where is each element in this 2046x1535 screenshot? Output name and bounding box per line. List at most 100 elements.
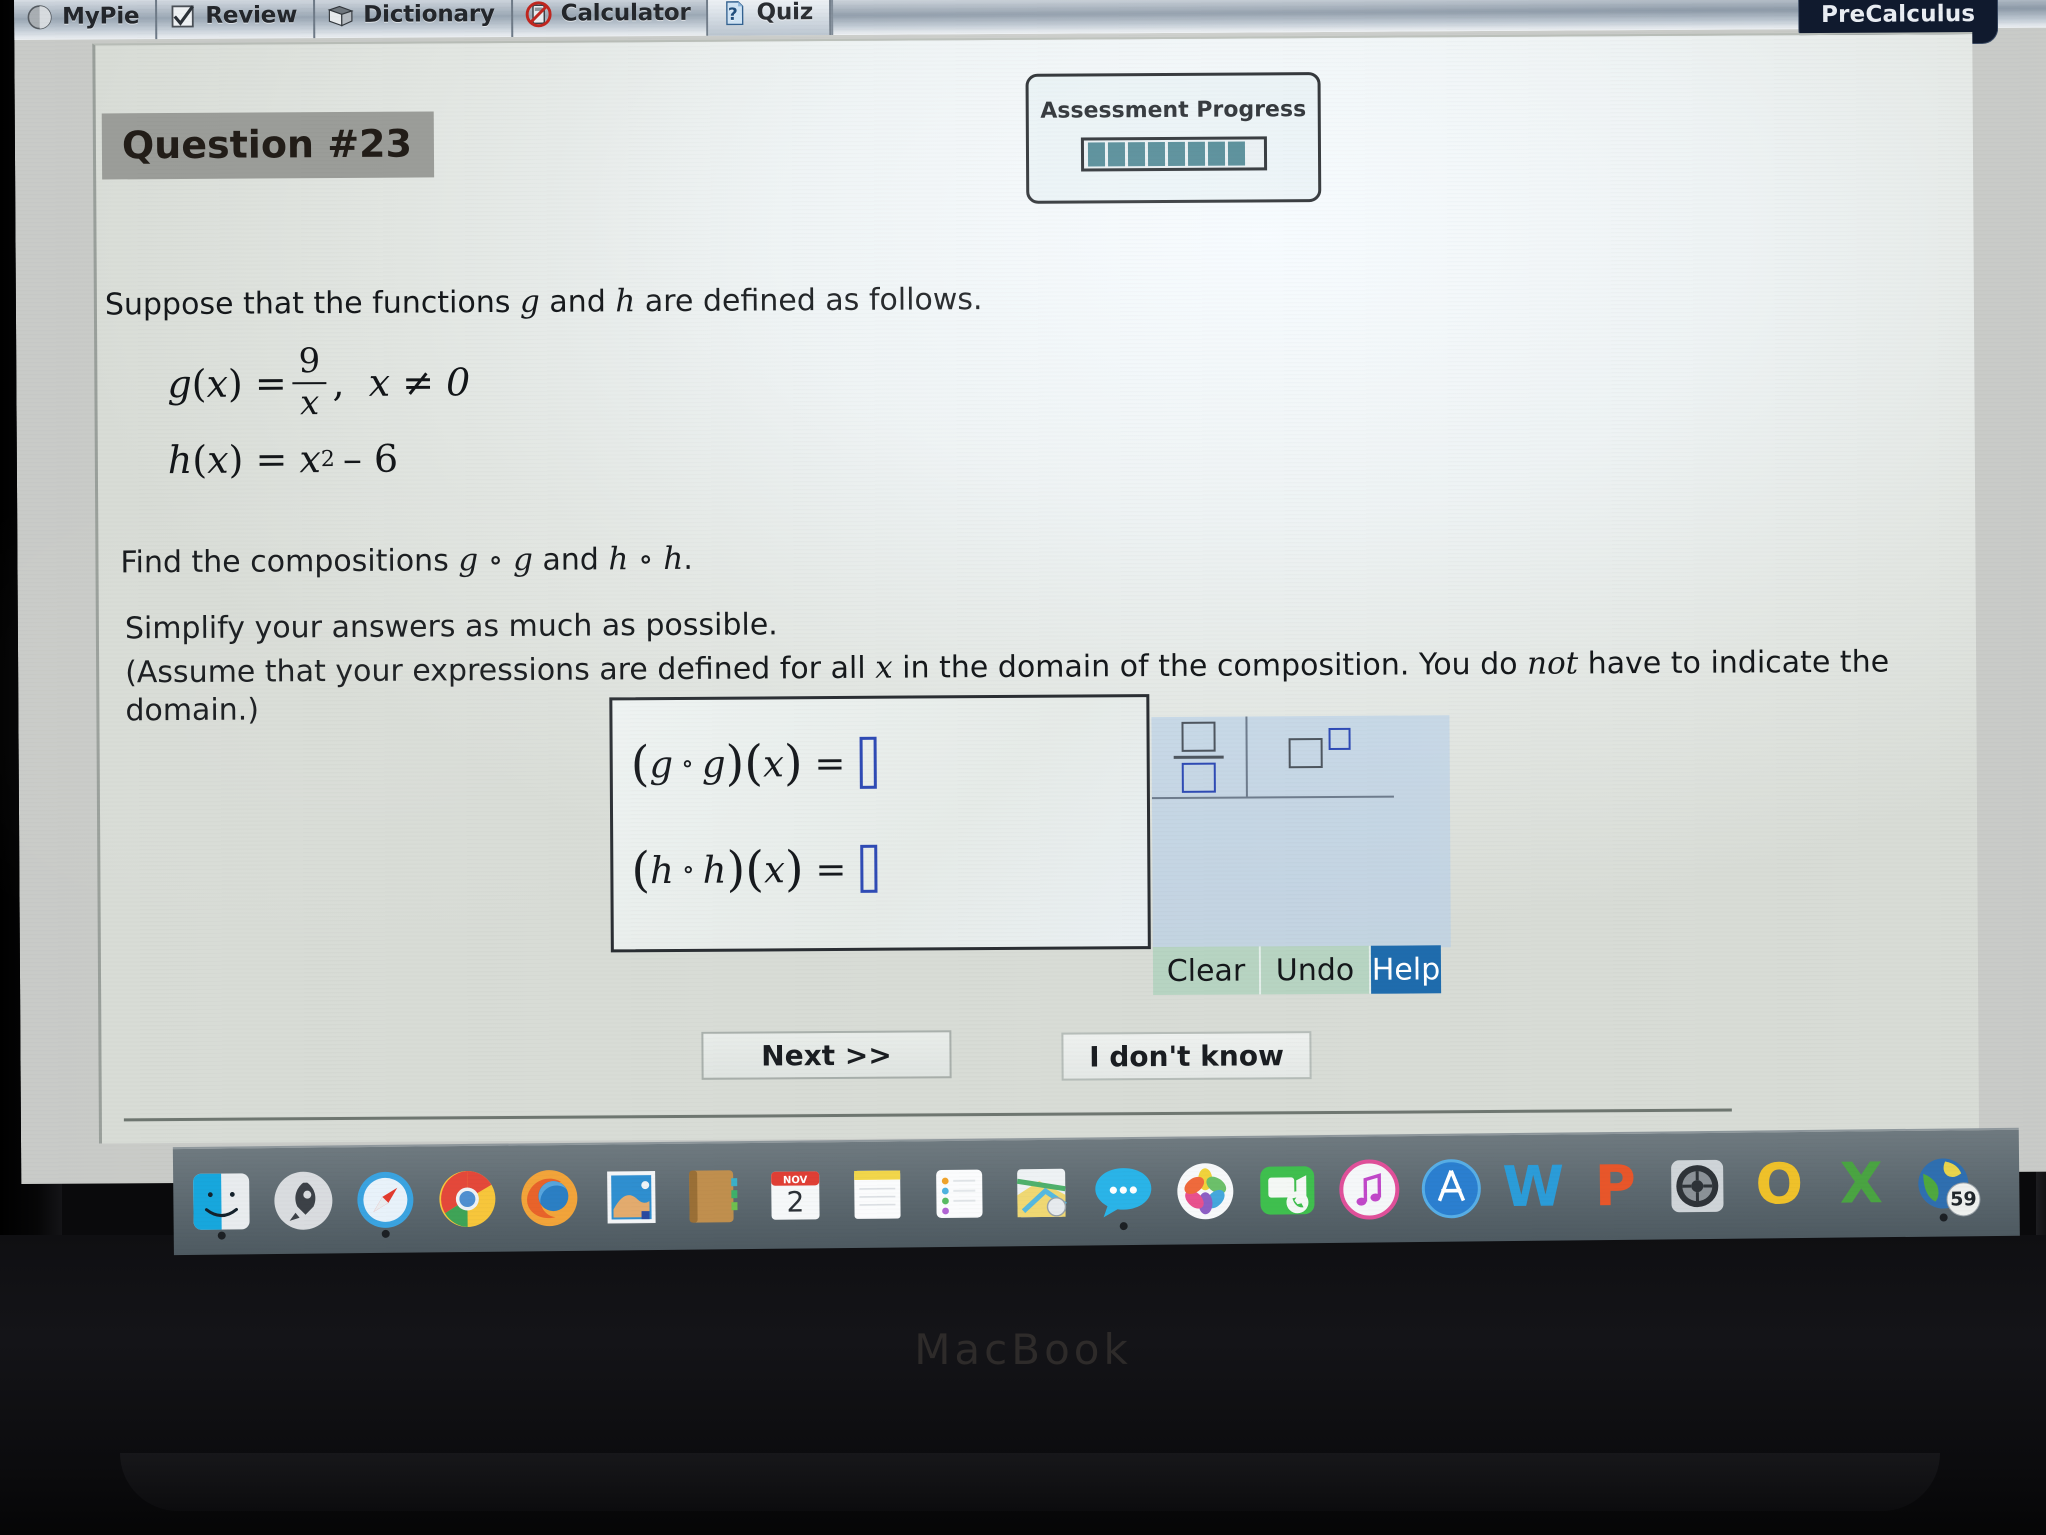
equation-g: g ( x ) = 9 x , x ≠ 0 bbox=[167, 341, 471, 423]
dock-item-excel[interactable]: X bbox=[1823, 1145, 1900, 1224]
find-prefix: Find the compositions bbox=[120, 543, 459, 581]
gg-open-paren: ( bbox=[630, 736, 650, 793]
intro-var-g: g bbox=[519, 283, 540, 320]
gg-var-close: ) bbox=[783, 735, 803, 792]
help-button[interactable]: Help bbox=[1370, 945, 1442, 994]
svg-text:?: ? bbox=[728, 3, 738, 23]
progress-segment bbox=[1107, 142, 1125, 167]
page-divider bbox=[123, 1108, 1732, 1122]
laptop-lower-lip bbox=[120, 1453, 1940, 1511]
equation-h: h ( x ) = x2 – 6 bbox=[168, 437, 471, 483]
assessment-progress-panel: Assessment Progress bbox=[1025, 72, 1322, 204]
mail-stamp-icon bbox=[596, 1162, 667, 1233]
application-window: MyPie Review Dictionary Calculator ? Qui… bbox=[14, 0, 2046, 1184]
intro-text-after: are defined as follows. bbox=[635, 282, 983, 320]
no-calculator-icon bbox=[525, 0, 552, 27]
assessment-progress-title: Assessment Progress bbox=[1040, 97, 1307, 124]
dock-item-reminders[interactable] bbox=[921, 1154, 998, 1233]
equation-h-var: x bbox=[207, 438, 229, 483]
itunes-note-icon bbox=[1334, 1154, 1405, 1225]
intro-var-h: h bbox=[615, 283, 636, 320]
equation-h-constant: – 6 bbox=[342, 437, 399, 482]
running-indicator bbox=[1119, 1222, 1128, 1231]
math-palette-row bbox=[1151, 715, 1394, 800]
gg-var: x bbox=[762, 741, 785, 785]
dock-item-itunes[interactable] bbox=[1331, 1150, 1408, 1229]
running-indicator bbox=[1939, 1213, 1948, 1222]
dock-item-calendar[interactable]: NOV 2 bbox=[757, 1156, 834, 1235]
undo-button[interactable]: Undo bbox=[1260, 945, 1372, 995]
dock-item-maps[interactable] bbox=[1003, 1154, 1080, 1233]
dock-item-word[interactable]: W bbox=[1495, 1148, 1572, 1227]
intro-text-mid: and bbox=[539, 284, 616, 320]
dock-item-mail[interactable] bbox=[593, 1158, 670, 1237]
dock-item-firefox[interactable] bbox=[511, 1159, 588, 1238]
dock-item-chrome[interactable] bbox=[429, 1160, 506, 1239]
equation-g-close-paren: ) = bbox=[227, 361, 287, 406]
hh-equals: = bbox=[803, 847, 847, 891]
math-palette-buttons: Clear Undo Help bbox=[1152, 945, 1442, 996]
assessment-progress-bar bbox=[1080, 136, 1267, 172]
system-preferences-icon bbox=[1662, 1151, 1733, 1222]
photos-pinwheel-icon bbox=[1170, 1156, 1241, 1227]
assume-emphasis: not bbox=[1526, 645, 1579, 682]
dock-item-powerpoint[interactable]: P bbox=[1577, 1148, 1654, 1227]
fraction-bar-icon bbox=[1173, 755, 1224, 759]
safari-compass-icon bbox=[350, 1164, 421, 1235]
equation-h-exponent: 2 bbox=[320, 446, 335, 473]
notes-icon bbox=[842, 1159, 913, 1230]
exponent-template-icon[interactable] bbox=[1247, 716, 1391, 797]
equation-g-fn: g bbox=[167, 361, 192, 406]
simplify-instruction: Simplify your answers as much as possibl… bbox=[124, 607, 778, 647]
tab-quiz[interactable]: ? Quiz bbox=[708, 0, 832, 36]
question-number-badge: Question #23 bbox=[101, 111, 435, 180]
hh-fn-left: h bbox=[649, 848, 675, 892]
progress-segment bbox=[1127, 142, 1145, 167]
fraction-template-icon[interactable] bbox=[1151, 716, 1248, 798]
gg-fn-left: g bbox=[649, 742, 674, 786]
gg-compose-operator: ∘ bbox=[681, 748, 694, 779]
dock-item-system-preferences[interactable] bbox=[1659, 1147, 1736, 1226]
exponent-power-box bbox=[1328, 727, 1351, 750]
dock-item-safari[interactable] bbox=[347, 1160, 424, 1239]
tab-review[interactable]: Review bbox=[157, 0, 316, 40]
word-icon: W bbox=[1502, 1154, 1565, 1221]
dock-item-notes[interactable] bbox=[839, 1155, 916, 1234]
hh-fn-right: h bbox=[702, 848, 727, 892]
tab-quiz-label: Quiz bbox=[756, 0, 814, 26]
tab-mypie-label: MyPie bbox=[62, 3, 140, 30]
dock-item-launchpad[interactable] bbox=[265, 1161, 342, 1240]
answer-input-gg[interactable] bbox=[859, 736, 877, 789]
progress-segment bbox=[1087, 142, 1105, 167]
tab-calculator[interactable]: Calculator bbox=[512, 0, 709, 37]
dock-item-messages[interactable] bbox=[1085, 1153, 1162, 1232]
next-button[interactable]: Next >> bbox=[701, 1030, 952, 1080]
answer-input-hh[interactable] bbox=[860, 844, 878, 893]
clear-button[interactable]: Clear bbox=[1152, 946, 1262, 996]
dock-item-outlook[interactable]: O bbox=[1741, 1146, 1818, 1225]
hh-var-close: ) bbox=[784, 841, 804, 898]
answer-row-hh: ( h ∘ h ) ( x ) = bbox=[631, 841, 878, 898]
messages-bubble-icon bbox=[1088, 1157, 1159, 1228]
dock-item-app-store[interactable] bbox=[1413, 1149, 1490, 1228]
equation-h-base: x bbox=[299, 437, 321, 482]
tab-review-label: Review bbox=[205, 2, 298, 29]
gg-close-paren: ) bbox=[725, 735, 745, 792]
running-indicator bbox=[217, 1231, 226, 1240]
find-compositions-line: Find the compositions g ∘ g and h ∘ h. bbox=[120, 540, 693, 582]
i-dont-know-button[interactable]: I don't know bbox=[1061, 1031, 1312, 1081]
maps-icon bbox=[1006, 1158, 1077, 1229]
dock-item-contacts[interactable] bbox=[675, 1157, 752, 1236]
excel-icon: X bbox=[1839, 1151, 1884, 1217]
equation-g-condition: x ≠ 0 bbox=[368, 359, 471, 405]
tab-dictionary[interactable]: Dictionary bbox=[315, 0, 513, 39]
calendar-day-label: 2 bbox=[786, 1185, 804, 1218]
dock-item-photos[interactable] bbox=[1167, 1152, 1244, 1231]
composition-hh: h ∘ h bbox=[608, 540, 684, 578]
dock-item-world-clock[interactable]: 59 bbox=[1905, 1144, 1982, 1223]
dock-item-finder[interactable] bbox=[183, 1162, 260, 1241]
gg-var-open: ( bbox=[744, 735, 764, 792]
dock-item-facetime[interactable] bbox=[1249, 1151, 1326, 1230]
progress-segment bbox=[1147, 141, 1165, 167]
tab-mypie[interactable]: MyPie bbox=[14, 0, 158, 40]
